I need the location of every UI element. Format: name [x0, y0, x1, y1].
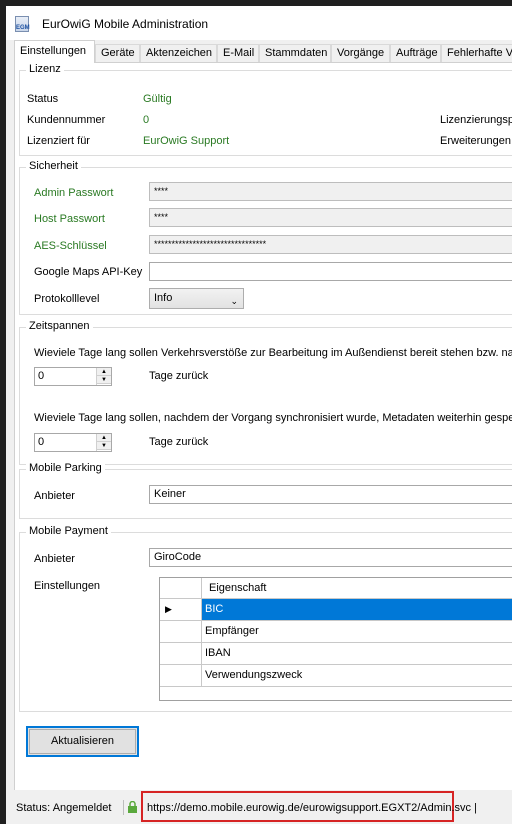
spin-up-icon[interactable]: ▲ [97, 434, 111, 442]
spin-down-icon[interactable]: ▼ [97, 442, 111, 450]
lizenzierungszeitraum-label: Lizenzierungspa [440, 114, 512, 126]
status-value: Gültig [143, 93, 172, 105]
admin-password-label: Admin Passwort [34, 187, 114, 199]
tab-geraete[interactable]: Geräte [95, 44, 140, 62]
payment-anbieter-select[interactable]: GiroCode [149, 548, 512, 567]
row-selector-icon[interactable]: ▶ [160, 599, 201, 621]
grid-corner [160, 578, 201, 599]
tab-email[interactable]: E-Mail [217, 44, 259, 62]
protokolllevel-value: Info [154, 292, 173, 304]
spin-buttons[interactable]: ▲ ▼ [96, 368, 111, 385]
group-title-sicherheit: Sicherheit [26, 160, 81, 172]
group-title-mobile-payment: Mobile Payment [26, 525, 111, 537]
status-bar: Status: Angemeldet https://demo.mobile.e… [6, 790, 512, 824]
grid-cell-iban[interactable]: IBAN [201, 643, 512, 665]
group-lizenz: Lizenz [19, 63, 512, 156]
status-text: Status: Angemeldet [16, 802, 112, 814]
aktualisieren-button[interactable]: Aktualisieren [26, 726, 139, 757]
status-separator [123, 800, 124, 815]
window-title: EurOwiG Mobile Administration [42, 17, 209, 31]
tab-aktenzeichen[interactable]: Aktenzeichen [140, 44, 217, 62]
host-password-label: Host Passwort [34, 213, 105, 225]
grid-cell-empfaenger[interactable]: Empfänger [201, 621, 512, 643]
aes-key-label: AES-Schlüssel [34, 240, 107, 252]
chevron-down-icon: ⌄ [230, 296, 238, 306]
payment-settings-grid[interactable]: Eigenschaft ▶ BIC Empfänger IBAN Verwend… [159, 577, 512, 701]
protokolllevel-label: Protokolllevel [34, 293, 100, 305]
aes-key-field[interactable]: ******************************** [149, 235, 512, 254]
service-url: https://demo.mobile.eurowig.de/eurowigsu… [147, 802, 477, 814]
verkehrsverstoesse-days-value: 0 [38, 370, 45, 382]
admin-password-field[interactable]: **** [149, 182, 512, 201]
row-header[interactable] [160, 643, 201, 665]
app-window: EGM EurOwiG Mobile Administration Einste… [6, 6, 512, 824]
tab-einstellungen[interactable]: Einstellungen [14, 40, 95, 63]
payment-anbieter-label: Anbieter [34, 553, 75, 565]
payment-einstellungen-label: Einstellungen [34, 580, 101, 592]
google-maps-api-key-label: Google Maps API-Key [34, 266, 143, 278]
erweiterungen-label: Erweiterungen [440, 135, 511, 147]
lock-icon [128, 801, 137, 813]
tab-auftraege[interactable]: Aufträge [390, 44, 441, 62]
row-header[interactable] [160, 665, 201, 687]
kundennummer-label: Kundennummer [27, 114, 106, 126]
status-label: Status [27, 93, 59, 105]
group-title-lizenz: Lizenz [26, 63, 64, 75]
metadaten-days-value: 0 [38, 436, 45, 448]
tab-fehlerhafte-vorgaenge[interactable]: Fehlerhafte Vor [441, 44, 512, 62]
metadaten-days-stepper[interactable]: 0 ▲ ▼ [34, 433, 112, 452]
spin-buttons[interactable]: ▲ ▼ [96, 434, 111, 451]
spin-down-icon[interactable]: ▼ [97, 376, 111, 384]
grid-cell-bic[interactable]: BIC [201, 599, 512, 621]
grid-cell-verwendungszweck[interactable]: Verwendungszweck [201, 665, 512, 687]
tab-strip: Einstellungen Geräte Aktenzeichen E-Mail… [14, 40, 512, 63]
group-title-zeitspannen: Zeitspannen [26, 320, 93, 332]
google-maps-api-key-input[interactable] [149, 262, 512, 281]
tab-vorgaenge[interactable]: Vorgänge [331, 44, 390, 62]
app-icon: EGM [15, 16, 30, 32]
spin-up-icon[interactable]: ▲ [97, 368, 111, 376]
grid-column-header-eigenschaft[interactable]: Eigenschaft [201, 578, 512, 599]
settings-panel: Lizenz Status Gültig Kundennummer 0 Lize… [14, 62, 512, 796]
metadaten-question: Wieviele Tage lang sollen, nachdem der V… [34, 412, 512, 424]
lizenziert-fuer-label: Lizenziert für [27, 135, 90, 147]
verkehrsverstoesse-unit: Tage zurück [149, 370, 209, 382]
protokolllevel-select[interactable]: Info ⌄ [149, 288, 244, 309]
row-header[interactable] [160, 621, 201, 643]
host-password-field[interactable]: **** [149, 208, 512, 227]
tab-stammdaten[interactable]: Stammdaten [259, 44, 331, 62]
parking-anbieter-select[interactable]: Keiner [149, 485, 512, 504]
title-bar[interactable]: EGM EurOwiG Mobile Administration [6, 6, 512, 40]
aktualisieren-button-label: Aktualisieren [51, 735, 114, 747]
parking-anbieter-label: Anbieter [34, 490, 75, 502]
metadaten-unit: Tage zurück [149, 436, 209, 448]
verkehrsverstoesse-question: Wieviele Tage lang sollen Verkehrsverstö… [34, 347, 512, 359]
group-title-mobile-parking: Mobile Parking [26, 462, 105, 474]
lizenziert-fuer-value: EurOwiG Support [143, 135, 230, 147]
kundennummer-value: 0 [143, 114, 150, 126]
verkehrsverstoesse-days-stepper[interactable]: 0 ▲ ▼ [34, 367, 112, 386]
